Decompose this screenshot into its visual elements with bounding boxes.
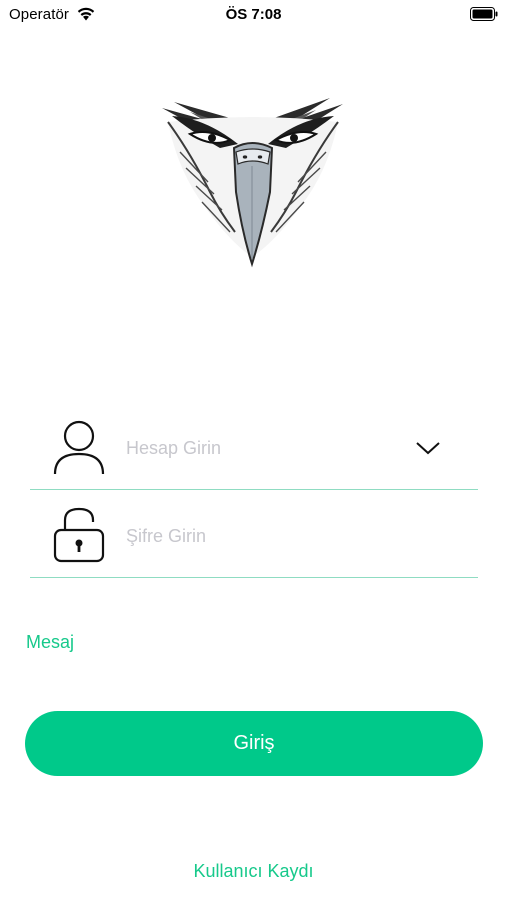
password-input[interactable] xyxy=(126,518,396,554)
user-icon xyxy=(53,420,105,475)
account-input[interactable] xyxy=(126,430,396,466)
eagle-head-logo xyxy=(162,98,343,268)
register-link[interactable]: Kullanıcı Kaydı xyxy=(0,861,507,882)
battery-icon xyxy=(470,7,498,21)
status-time: ÖS 7:08 xyxy=(225,6,282,23)
login-button-label: Giriş xyxy=(233,732,275,754)
chevron-down-icon[interactable] xyxy=(414,438,442,458)
status-bar: Operatör ÖS 7:08 xyxy=(0,0,507,28)
account-field-row xyxy=(30,410,478,490)
password-field-row xyxy=(30,498,478,578)
unlocked-padlock-icon xyxy=(53,507,105,563)
login-button[interactable]: Giriş xyxy=(25,711,483,776)
password-field-divider xyxy=(30,577,478,578)
message-label: Mesaj xyxy=(26,632,75,652)
account-field-divider xyxy=(30,489,478,490)
